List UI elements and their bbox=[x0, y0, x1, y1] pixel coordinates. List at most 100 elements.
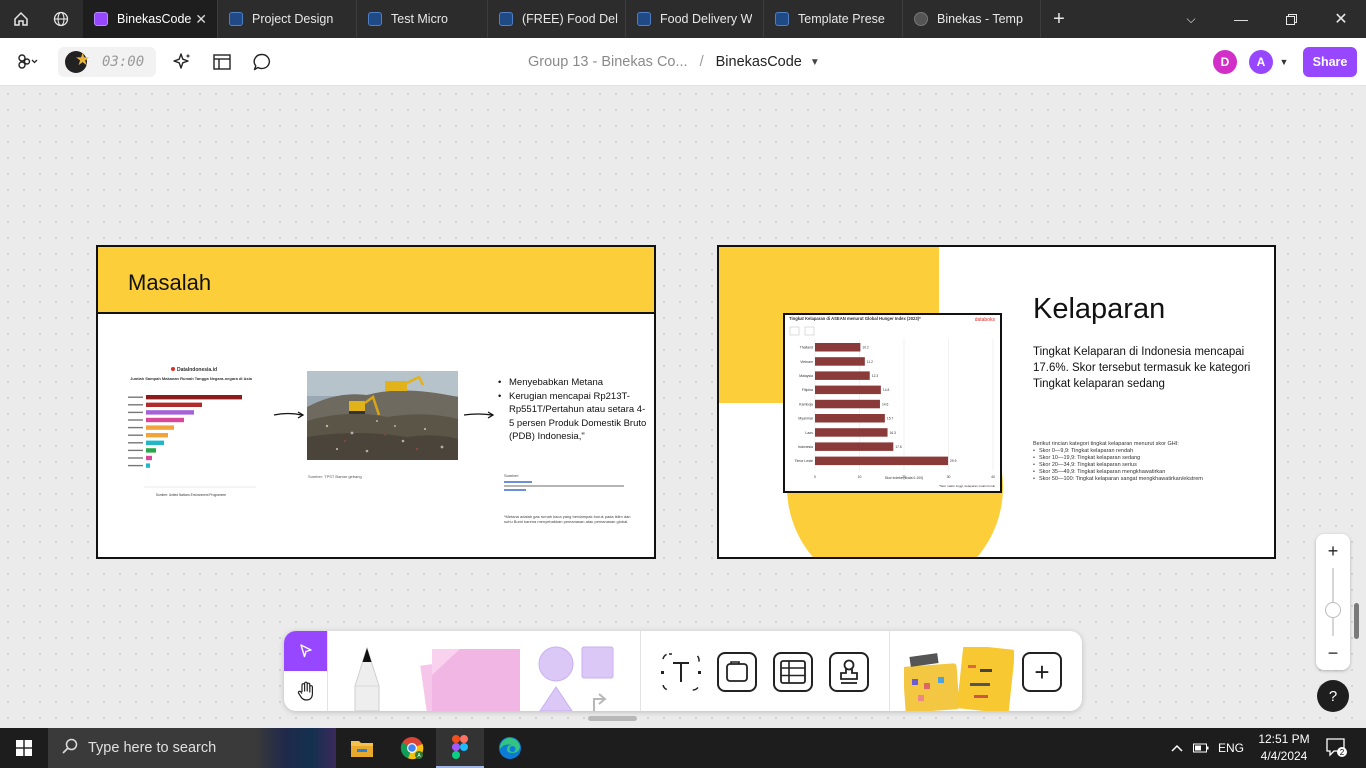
thumbnail-label bbox=[128, 404, 143, 406]
widgets-tool[interactable] bbox=[904, 647, 1014, 711]
tab-list-chevron-icon[interactable]: ⌵ bbox=[1166, 0, 1216, 38]
windows-start-icon[interactable] bbox=[0, 728, 48, 768]
list-item: Skor 20—34,9: Tingkat kelaparan serius bbox=[1033, 462, 1265, 469]
taskbar-search-input[interactable]: Type here to search bbox=[48, 728, 336, 768]
stamp-tool[interactable] bbox=[829, 652, 869, 692]
thumbnail-bar bbox=[146, 417, 184, 423]
play-icon bbox=[914, 12, 928, 26]
tab-label: Template Prese bbox=[798, 12, 885, 26]
table-tool[interactable] bbox=[773, 652, 813, 692]
chevron-down-icon[interactable]: ▼ bbox=[810, 57, 820, 68]
x-tick-label: 0 bbox=[814, 475, 816, 479]
zoom-in-button[interactable]: + bbox=[1316, 536, 1350, 566]
tab-food-delivery[interactable]: Food Delivery W bbox=[626, 0, 764, 38]
shape-tool[interactable] bbox=[536, 645, 616, 711]
file-explorer-icon[interactable] bbox=[338, 728, 386, 768]
chart-title: Tingkat Kelaparan di ASEAN menurut Globa… bbox=[789, 316, 921, 321]
slide-kelaparan[interactable]: Tingkat Kelaparan di ASEAN menurut Globa… bbox=[717, 245, 1276, 559]
avatar[interactable]: A bbox=[1249, 50, 1273, 74]
breadcrumb-separator: / bbox=[699, 54, 704, 70]
select-tool[interactable] bbox=[284, 631, 327, 671]
file-name[interactable]: BinekasCode bbox=[716, 54, 802, 70]
vertical-scrollbar[interactable] bbox=[1354, 603, 1359, 639]
tab-project-design[interactable]: Project Design bbox=[218, 0, 357, 38]
tab-label: BinekasCode bbox=[117, 12, 192, 26]
thumbnail-label bbox=[128, 457, 143, 459]
list-item: Menyebabkan Metana bbox=[498, 376, 648, 390]
zoom-slider-handle[interactable] bbox=[1325, 602, 1341, 618]
hunger-index-chart: Tingkat Kelaparan di ASEAN menurut Globa… bbox=[789, 316, 995, 488]
timer-widget[interactable]: 03:00 bbox=[58, 47, 156, 77]
notification-count: 2 bbox=[1340, 748, 1345, 757]
chrome-icon[interactable]: A bbox=[388, 728, 436, 768]
text-tool[interactable] bbox=[661, 652, 701, 692]
hand-tool[interactable] bbox=[284, 671, 327, 711]
globe-icon[interactable] bbox=[42, 0, 80, 38]
tab-free-food-delivery[interactable]: (FREE) Food Del bbox=[488, 0, 626, 38]
breadcrumb-project[interactable]: Group 13 - Binekas Co... bbox=[528, 54, 688, 70]
chart-title: Jumlah Sampah Makanan Rumah Tangga Negar… bbox=[130, 376, 253, 381]
clock-time: 12:51 PM bbox=[1258, 732, 1310, 746]
list-item: Skor 50—100: Tingkat kelaparan sangat me… bbox=[1033, 476, 1265, 483]
list-item: Skor 35—49,9: Tingkat kelaparan mengkhaw… bbox=[1033, 469, 1265, 476]
home-icon[interactable] bbox=[2, 0, 40, 38]
ai-sparkle-icon[interactable] bbox=[168, 38, 196, 86]
avatar[interactable]: D bbox=[1213, 50, 1237, 74]
timer-value: 03:00 bbox=[102, 54, 145, 70]
comment-icon[interactable] bbox=[248, 38, 276, 86]
source-link[interactable] bbox=[504, 489, 526, 491]
chevron-up-icon[interactable] bbox=[1166, 728, 1188, 768]
data-label: 17.6 bbox=[895, 445, 902, 449]
edge-icon[interactable] bbox=[486, 728, 534, 768]
tab-binekas-template[interactable]: Binekas - Temp bbox=[903, 0, 1041, 38]
thumbnail-bar bbox=[146, 455, 152, 461]
close-window-icon[interactable]: ✕ bbox=[1316, 0, 1366, 38]
thumbnail-bar bbox=[146, 433, 168, 438]
toolbar-drag-handle[interactable] bbox=[588, 716, 637, 721]
help-button[interactable]: ? bbox=[1317, 680, 1349, 712]
category-label: Laos bbox=[805, 431, 813, 435]
taskbar-clock[interactable]: 12:51 PM 4/4/2024 bbox=[1254, 731, 1314, 765]
restore-icon[interactable] bbox=[1266, 0, 1316, 38]
list-item: Skor 0—9,9: Tingkat kelaparan rendah bbox=[1033, 448, 1265, 455]
layout-icon[interactable] bbox=[208, 38, 236, 86]
language-indicator[interactable]: ENG bbox=[1214, 728, 1248, 768]
battery-icon[interactable] bbox=[1190, 728, 1212, 768]
share-button[interactable]: Share bbox=[1303, 47, 1357, 77]
minimize-icon[interactable]: — bbox=[1216, 0, 1266, 38]
photo-caption: Sumber: TPST Bantar gebang bbox=[308, 474, 362, 479]
slide-masalah[interactable]: Masalah DataIndonesia.id Jumlah Sampah M… bbox=[96, 245, 656, 559]
chart-bar bbox=[815, 428, 888, 437]
thumbnail-label bbox=[128, 449, 143, 452]
thumbnail-bar bbox=[146, 425, 174, 430]
pen-tool[interactable] bbox=[352, 646, 382, 711]
thumbnail-label bbox=[128, 411, 143, 414]
data-label: 15.7 bbox=[887, 417, 894, 421]
tab-template-presentation[interactable]: Template Prese bbox=[764, 0, 903, 38]
zoom-out-button[interactable]: − bbox=[1316, 638, 1350, 668]
category-label: Vietnam bbox=[800, 360, 813, 364]
category-label: Myanmar bbox=[798, 417, 813, 421]
landfill-photo bbox=[307, 371, 458, 460]
clock-date: 4/4/2024 bbox=[1260, 749, 1308, 763]
chart-bar bbox=[815, 371, 870, 380]
tab-test-micro[interactable]: Test Micro bbox=[357, 0, 488, 38]
chevron-down-icon[interactable]: ▼ bbox=[1276, 38, 1292, 86]
figma-file-icon bbox=[499, 12, 513, 26]
chart-bar bbox=[815, 414, 885, 423]
close-tab-icon[interactable]: ✕ bbox=[195, 11, 207, 28]
main-menu-button[interactable] bbox=[12, 38, 44, 86]
section-tool[interactable] bbox=[717, 652, 757, 692]
source-link[interactable] bbox=[504, 481, 532, 483]
chart-source: Sumber: United Nations Environment Progr… bbox=[156, 493, 226, 497]
thumbnail-bar bbox=[146, 448, 156, 453]
figma-file-icon bbox=[368, 12, 382, 26]
list-item: Skor 10—19,9: Tingkat kelaparan sedang bbox=[1033, 455, 1265, 462]
data-label: 14.8 bbox=[883, 388, 890, 392]
new-tab-icon[interactable]: + bbox=[1040, 0, 1078, 38]
more-tools-button[interactable]: + bbox=[1022, 652, 1062, 692]
tab-binekascode[interactable]: BinekasCode ✕ bbox=[83, 0, 218, 38]
figma-app-icon[interactable] bbox=[436, 728, 484, 768]
notification-icon[interactable]: 2 bbox=[1320, 728, 1354, 768]
sticky-note-tool[interactable] bbox=[420, 645, 528, 711]
